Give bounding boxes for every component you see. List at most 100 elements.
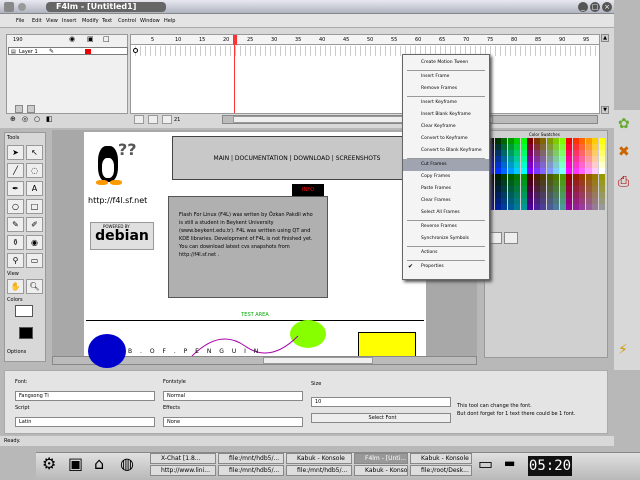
window-menu-icon[interactable]: [4, 2, 14, 12]
edit-multiple-icon[interactable]: ◧: [46, 115, 53, 123]
center-frame-icon[interactable]: ⊕: [10, 115, 16, 123]
context-menu-item[interactable]: Copy Frames: [403, 171, 489, 183]
onion-skin-icon[interactable]: ◎: [22, 115, 28, 123]
delete-layer-icon[interactable]: [27, 105, 35, 113]
menu-text[interactable]: Text: [102, 18, 112, 24]
rectangle-tool-icon[interactable]: □: [26, 199, 43, 214]
brush-tool-icon[interactable]: ✐: [26, 217, 43, 232]
taskbar-item-file3[interactable]: file:/mnt/hdb5/...: [286, 465, 352, 476]
color-swatch[interactable]: [579, 204, 585, 210]
lightning-icon[interactable]: ⚡: [618, 342, 628, 358]
fontstyle-select[interactable]: Normal: [163, 391, 303, 401]
context-menu-item[interactable]: Reverse Frames: [403, 221, 489, 233]
color-swatch-grid[interactable]: [488, 138, 606, 210]
timeline-scroll-down[interactable]: ▼: [601, 106, 609, 114]
arrow-tool-icon[interactable]: ➤: [7, 145, 24, 160]
context-menu-item[interactable]: Synchronize Symbols: [403, 233, 489, 245]
context-menu-item[interactable]: Properties ✔: [403, 261, 489, 273]
blue-circle-shape[interactable]: [88, 334, 126, 368]
add-layer-icon[interactable]: [15, 105, 23, 113]
sticky-icon[interactable]: [18, 3, 26, 11]
paint-bucket-icon[interactable]: ◉: [26, 235, 43, 250]
playhead-marker[interactable]: [233, 35, 237, 45]
context-menu-item[interactable]: Clear Frames: [403, 195, 489, 207]
color-swatch[interactable]: [585, 204, 592, 210]
color-swatch[interactable]: [559, 204, 566, 210]
color-swatch[interactable]: [533, 204, 540, 210]
keyframe-dot[interactable]: [133, 48, 138, 53]
monitor-icon[interactable]: ▭: [478, 454, 493, 473]
context-menu-item[interactable]: Convert to Blank Keyframe: [403, 145, 489, 157]
stage-scroll-thumb[interactable]: [263, 357, 373, 364]
kde-menu-icon[interactable]: ⚙: [42, 454, 56, 473]
context-menu-item[interactable]: Convert to Keyframe: [403, 133, 489, 145]
taskbar-item-file2[interactable]: file:/mnt/hdb5/...: [218, 465, 284, 476]
eraser-icon[interactable]: ▭: [26, 253, 43, 268]
color-swatch[interactable]: [598, 204, 605, 210]
context-menu-item[interactable]: Select All Frames: [403, 207, 489, 219]
color-swatch[interactable]: [514, 204, 520, 210]
font-select[interactable]: Fangsong Ti: [15, 391, 155, 401]
menu-control[interactable]: Control: [118, 18, 136, 24]
color-swatch[interactable]: [494, 204, 501, 210]
close-icon[interactable]: ×: [602, 2, 612, 12]
layer-row[interactable]: ▤ Layer 1 ✎: [8, 47, 128, 55]
fill-color-swatch[interactable]: [19, 327, 33, 339]
pen-tool-icon[interactable]: ✒: [7, 181, 24, 196]
color-swatch[interactable]: [572, 204, 579, 210]
color-swatch[interactable]: [566, 204, 572, 210]
lasso-tool-icon[interactable]: ◌: [26, 163, 43, 178]
menu-help[interactable]: Help: [164, 18, 175, 24]
context-menu-item[interactable]: Insert Frame: [403, 71, 489, 83]
swatch-remove-button[interactable]: [504, 232, 518, 244]
context-menu-item[interactable]: Create Motion Tween: [403, 57, 489, 69]
timeline-scroll-up[interactable]: ▲: [601, 34, 609, 42]
layer-color-swatch[interactable]: [85, 49, 91, 54]
context-menu-item[interactable]: Cut Frames: [403, 159, 489, 171]
menu-view[interactable]: View: [46, 18, 58, 24]
swatch-add-button[interactable]: [488, 232, 502, 244]
camera-icon[interactable]: ◍: [120, 454, 134, 473]
color-swatch[interactable]: [592, 204, 598, 210]
lock-icon[interactable]: ▣: [87, 35, 94, 43]
eyedropper-icon[interactable]: ⚲: [7, 253, 24, 268]
color-swatch[interactable]: [553, 204, 559, 210]
taskbar-item-file4[interactable]: file:/root/Desk...: [410, 465, 472, 476]
context-menu-item[interactable]: Insert Keyframe: [403, 97, 489, 109]
select-font-button[interactable]: Select Font: [311, 413, 451, 423]
prev-frame-button[interactable]: [134, 115, 144, 124]
gear-icon[interactable]: ✿: [618, 116, 630, 132]
menu-file[interactable]: File: [16, 18, 24, 24]
color-swatch[interactable]: [546, 204, 553, 210]
taskbar-item-kabuk2[interactable]: Kabuk - Konsole: [410, 453, 472, 464]
subselect-tool-icon[interactable]: ↖: [26, 145, 43, 160]
ink-bottle-icon[interactable]: ⚱: [7, 235, 24, 250]
taskbar-item-xchat[interactable]: X-Chat [1.8...: [150, 453, 216, 464]
yellow-rect-shape[interactable]: [358, 332, 416, 358]
home-icon[interactable]: ⌂: [94, 454, 104, 473]
play-button[interactable]: [162, 115, 172, 124]
taskbar-item-browser[interactable]: http://www.lini...: [150, 465, 216, 476]
next-frame-button[interactable]: [148, 115, 158, 124]
color-swatch[interactable]: [520, 204, 527, 210]
script-select[interactable]: Latin: [15, 417, 155, 427]
frame-row[interactable]: [131, 46, 599, 56]
taskbar-item-kabuk3[interactable]: Kabuk - Konsole: [354, 465, 408, 476]
color-swatch[interactable]: [540, 204, 546, 210]
frame-grid[interactable]: 5 10 15 20 25 30 35 40 45 50 55 60 65 70 75 80 85 90 95: [130, 34, 600, 114]
effects-select[interactable]: None: [163, 417, 303, 427]
context-menu-item[interactable]: Paste Frames: [403, 183, 489, 195]
onion-outline-icon[interactable]: ○: [34, 115, 40, 123]
taskbar-item-f4lm[interactable]: F4lm - [Unti...: [354, 453, 408, 464]
stroke-color-swatch[interactable]: [15, 305, 33, 317]
menu-insert[interactable]: Insert: [62, 18, 76, 24]
color-swatch[interactable]: [507, 204, 514, 210]
menu-modify[interactable]: Modify: [82, 18, 99, 24]
line-tool-icon[interactable]: ╱: [7, 163, 24, 178]
size-select[interactable]: 10: [311, 397, 451, 407]
printer-icon[interactable]: ⎙: [618, 174, 629, 190]
context-menu-item[interactable]: Clear Keyframe: [403, 121, 489, 133]
color-swatch[interactable]: [501, 204, 507, 210]
desktop-icon[interactable]: ▣: [68, 454, 83, 473]
eye-icon[interactable]: ◉: [69, 35, 75, 43]
